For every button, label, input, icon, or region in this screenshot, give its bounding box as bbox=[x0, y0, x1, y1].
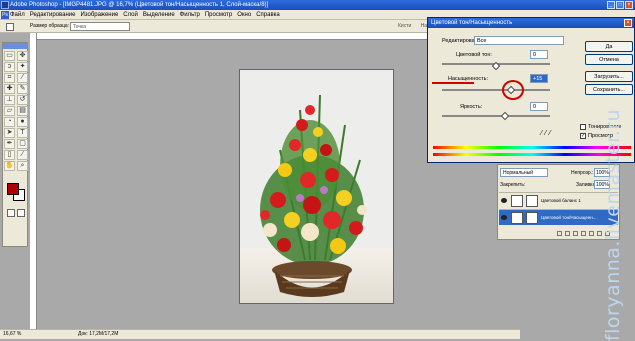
adjustment-icon[interactable] bbox=[581, 231, 586, 236]
watermark: floryanna.livemaster.ru bbox=[598, 108, 628, 341]
mask-icon[interactable] bbox=[573, 231, 578, 236]
toolbox: ▭ ✥ ↄ ✦ ⌗ ⁄ ✚ ✎ ⊥ ↺ ▱ ▤ ◔ ● ➤ T ✒ ▢ ▯ ⁄ … bbox=[2, 42, 28, 247]
menu-edit[interactable]: Редактирование bbox=[30, 12, 76, 18]
move-tool-icon[interactable]: ✥ bbox=[17, 51, 28, 61]
maximize-button[interactable]: □ bbox=[616, 1, 624, 9]
brush-tool-icon[interactable]: ✎ bbox=[17, 84, 28, 94]
zoom-tool-icon[interactable]: ⌕ bbox=[17, 161, 28, 171]
healing-tool-icon[interactable]: ✚ bbox=[4, 84, 15, 94]
layer-name: Цветовой баланс 1 bbox=[541, 198, 581, 203]
group-icon[interactable] bbox=[589, 231, 594, 236]
ok-button[interactable]: Да bbox=[585, 41, 633, 52]
document-info: Док: 17,2M/17,2M bbox=[78, 331, 119, 337]
tools-grid: ▭ ✥ ↄ ✦ ⌗ ⁄ ✚ ✎ ⊥ ↺ ▱ ▤ ◔ ● ➤ T ✒ ▢ ▯ ⁄ … bbox=[3, 49, 28, 173]
adjustment-layer-icon bbox=[511, 212, 523, 224]
hue-input[interactable]: 0 bbox=[530, 50, 548, 59]
menu-view[interactable]: Просмотр bbox=[205, 12, 232, 18]
menu-image[interactable]: Изображение bbox=[80, 12, 118, 18]
menu-layer[interactable]: Слой bbox=[123, 12, 138, 18]
blur-tool-icon[interactable]: ◔ bbox=[4, 117, 15, 127]
ps-menu-icon[interactable]: Ps bbox=[1, 11, 9, 19]
marquee-tool-icon[interactable]: ▭ bbox=[4, 51, 15, 61]
adjustment-layer-icon bbox=[511, 195, 523, 207]
eyedropper-group: ⁄ ⁄ ⁄ bbox=[541, 130, 551, 137]
lightness-slider-thumb[interactable] bbox=[500, 111, 510, 121]
visibility-eye-icon[interactable] bbox=[501, 198, 507, 203]
eyedropper-plus-icon[interactable]: ⁄ bbox=[545, 130, 546, 137]
eyedropper-tool-icon[interactable] bbox=[6, 23, 14, 31]
quick-mask-toggle bbox=[7, 209, 25, 217]
saturation-slider-track[interactable] bbox=[442, 89, 550, 91]
eyedropper-tool-icon[interactable]: ⁄ bbox=[17, 150, 28, 160]
save-button[interactable]: Сохранить... bbox=[585, 84, 633, 95]
lock-label: Закрепить: bbox=[500, 182, 526, 188]
hue-label: Цветовой тон: bbox=[456, 52, 492, 58]
menu-select[interactable]: Выделение bbox=[143, 12, 175, 18]
load-button[interactable]: Загрузить... bbox=[585, 71, 633, 82]
standard-mode-icon[interactable] bbox=[7, 209, 15, 217]
edit-select[interactable]: Все bbox=[474, 36, 564, 45]
lightness-input[interactable]: 0 bbox=[530, 102, 548, 111]
bouquet-image bbox=[260, 94, 367, 297]
blend-mode-select[interactable]: Нормальный bbox=[500, 168, 548, 177]
watermark-text: floryanna.livemaster.ru bbox=[602, 108, 624, 341]
link-layers-icon[interactable] bbox=[557, 231, 562, 236]
layer-name: Цветовой тон/Насыщенн... bbox=[541, 215, 597, 220]
hand-tool-icon[interactable]: ✋ bbox=[4, 161, 15, 171]
pen-tool-icon[interactable]: ✒ bbox=[4, 139, 15, 149]
menu-filter[interactable]: Фильтр bbox=[180, 12, 200, 18]
brushes-tab[interactable]: Кисти bbox=[398, 23, 411, 29]
ruler-vertical bbox=[30, 33, 37, 329]
visibility-eye-icon[interactable] bbox=[501, 215, 507, 220]
lightness-label: Яркость: bbox=[460, 104, 483, 110]
layer-style-icon[interactable] bbox=[565, 231, 570, 236]
dialog-close-icon[interactable]: × bbox=[624, 19, 632, 27]
path-select-tool-icon[interactable]: ➤ bbox=[4, 128, 15, 138]
title-bar: Adobe Photoshop - [IMGP4481.JPG @ 16,7% … bbox=[0, 0, 635, 10]
quick-mask-mode-icon[interactable] bbox=[17, 209, 25, 217]
window-controls: _ □ × bbox=[607, 1, 633, 9]
layer-mask-thumbnail[interactable] bbox=[526, 212, 538, 224]
shape-tool-icon[interactable]: ▢ bbox=[17, 139, 28, 149]
photoshop-icon bbox=[1, 1, 9, 9]
minimize-button[interactable]: _ bbox=[607, 1, 615, 9]
dialog-title[interactable]: Цветовой тон/Насыщенность bbox=[428, 18, 634, 28]
annotation-circle bbox=[502, 80, 524, 100]
lasso-tool-icon[interactable]: ↄ bbox=[4, 62, 15, 72]
magic-wand-tool-icon[interactable]: ✦ bbox=[17, 62, 28, 72]
sample-size-select[interactable]: Точка bbox=[70, 22, 130, 31]
menu-file[interactable]: Файл bbox=[10, 12, 25, 18]
menu-window[interactable]: Окно bbox=[237, 12, 251, 18]
slice-tool-icon[interactable]: ⁄ bbox=[17, 73, 28, 83]
eyedropper-icon[interactable]: ⁄ bbox=[541, 130, 542, 137]
cancel-button[interactable]: Отмена bbox=[585, 54, 633, 65]
window-title: Adobe Photoshop - [IMGP4481.JPG @ 16,7% … bbox=[10, 2, 269, 8]
menu-help[interactable]: Справка bbox=[256, 12, 280, 18]
foreground-color-swatch[interactable] bbox=[7, 183, 19, 195]
layer-mask-thumbnail[interactable] bbox=[526, 195, 538, 207]
gradient-tool-icon[interactable]: ▤ bbox=[17, 106, 28, 116]
status-bar: 16,67 % Док: 17,2M/17,2M bbox=[0, 329, 520, 339]
notes-tool-icon[interactable]: ▯ bbox=[4, 150, 15, 160]
colorize-checkbox[interactable] bbox=[580, 124, 586, 130]
eraser-tool-icon[interactable]: ▱ bbox=[4, 106, 15, 116]
stamp-tool-icon[interactable]: ⊥ bbox=[4, 95, 15, 105]
eyedropper-minus-icon[interactable]: ⁄ bbox=[549, 130, 550, 137]
annotation-underline bbox=[432, 82, 474, 84]
crop-tool-icon[interactable]: ⌗ bbox=[4, 73, 15, 83]
history-brush-tool-icon[interactable]: ↺ bbox=[17, 95, 28, 105]
saturation-input[interactable]: +15 bbox=[530, 74, 548, 83]
type-tool-icon[interactable]: T bbox=[17, 128, 28, 138]
opacity-label: Непрозр.: bbox=[571, 170, 594, 176]
lightness-slider-track[interactable] bbox=[442, 115, 550, 117]
dodge-tool-icon[interactable]: ● bbox=[17, 117, 28, 127]
zoom-readout[interactable]: 16,67 % bbox=[3, 330, 21, 339]
document-canvas[interactable] bbox=[239, 69, 394, 304]
preview-checkbox[interactable]: ✓ bbox=[580, 133, 586, 139]
close-button[interactable]: × bbox=[625, 1, 633, 9]
sample-size-label: Размер образца: bbox=[30, 23, 70, 29]
